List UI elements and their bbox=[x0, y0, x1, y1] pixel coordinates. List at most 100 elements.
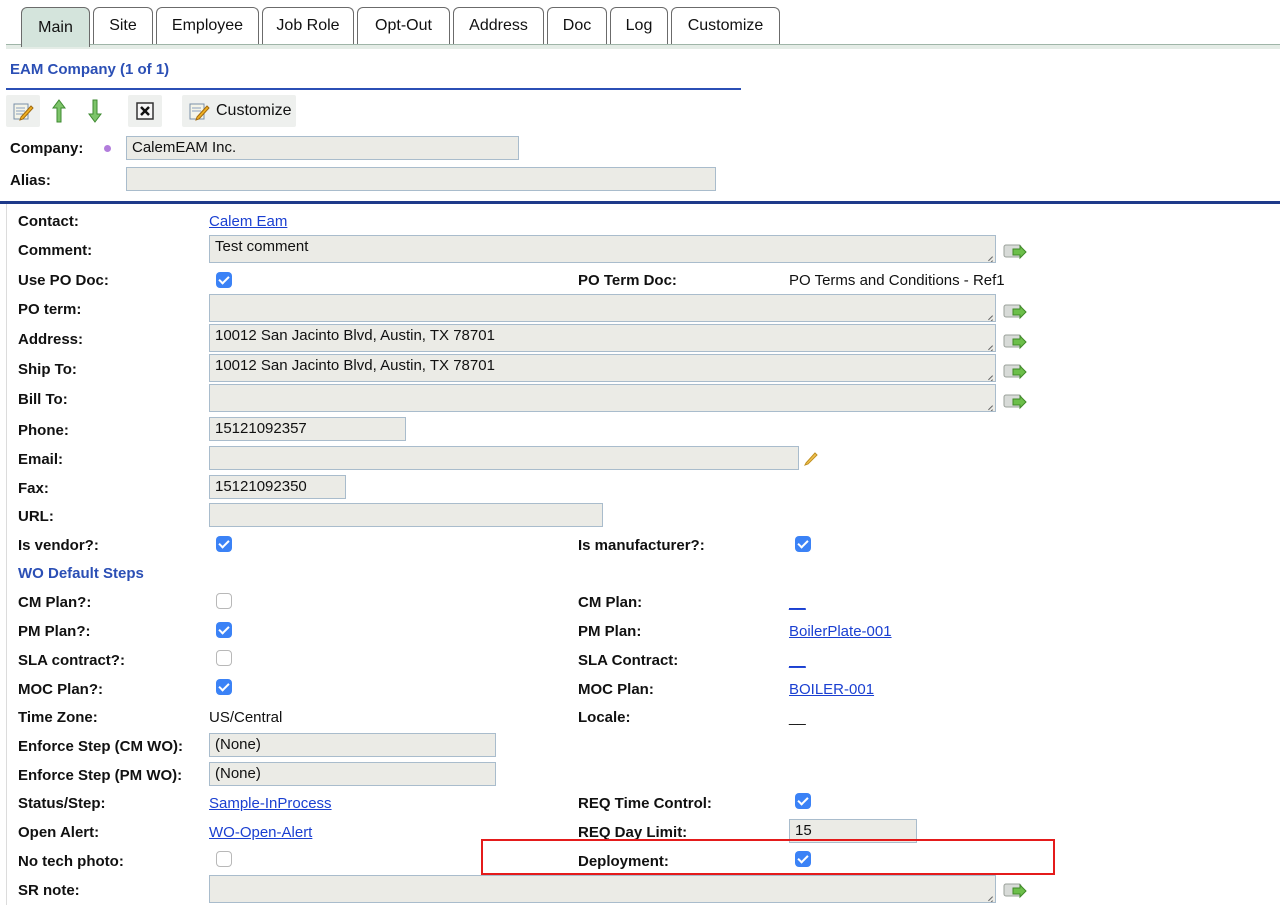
moc-plan-checkbox[interactable] bbox=[216, 679, 232, 695]
section-separator bbox=[0, 201, 1280, 204]
tab-address[interactable]: Address bbox=[453, 7, 544, 44]
enforce-step-cm-field[interactable]: (None) bbox=[209, 733, 496, 757]
close-icon bbox=[136, 102, 154, 120]
sr-note-label: SR note: bbox=[18, 882, 80, 899]
bill-to-label: Bill To: bbox=[18, 391, 68, 408]
open-alert-label: Open Alert: bbox=[18, 824, 100, 841]
pencil-icon[interactable] bbox=[803, 450, 819, 466]
bill-to-field[interactable] bbox=[209, 384, 996, 412]
tab-doc[interactable]: Doc bbox=[547, 7, 607, 44]
company-field[interactable]: CalemEAM Inc. bbox=[126, 136, 519, 160]
tab-customize[interactable]: Customize bbox=[671, 7, 780, 44]
sr-note-field[interactable] bbox=[209, 875, 996, 903]
cm-plan-q-label: CM Plan?: bbox=[18, 594, 92, 611]
email-field[interactable] bbox=[209, 446, 799, 470]
go-arrow-icon[interactable] bbox=[1003, 332, 1027, 352]
moc-plan-q-label: MOC Plan?: bbox=[18, 681, 103, 698]
moc-plan-label: MOC Plan: bbox=[578, 681, 654, 698]
no-tech-photo-checkbox[interactable] bbox=[216, 851, 232, 867]
company-label: Company: bbox=[10, 140, 84, 157]
tab-job-role[interactable]: Job Role bbox=[262, 7, 354, 44]
req-time-control-checkbox[interactable] bbox=[795, 793, 811, 809]
resize-handle-icon[interactable] bbox=[983, 251, 993, 261]
go-arrow-icon[interactable] bbox=[1003, 242, 1027, 262]
cm-plan-label: CM Plan: bbox=[578, 594, 643, 611]
close-button[interactable] bbox=[128, 95, 162, 127]
alias-label: Alias: bbox=[10, 172, 51, 189]
no-tech-photo-label: No tech photo: bbox=[18, 853, 124, 870]
go-arrow-icon[interactable] bbox=[1003, 362, 1027, 382]
edit-icon bbox=[13, 103, 34, 121]
required-dot-icon bbox=[104, 145, 111, 152]
resize-handle-icon[interactable] bbox=[983, 891, 993, 901]
arrow-up-icon bbox=[52, 99, 66, 123]
locale-value: __ bbox=[789, 709, 806, 726]
url-field[interactable] bbox=[209, 503, 603, 527]
status-step-link[interactable]: Sample-InProcess bbox=[209, 795, 332, 812]
use-po-doc-checkbox[interactable] bbox=[216, 272, 232, 288]
po-term-doc-value: PO Terms and Conditions - Ref1 bbox=[789, 272, 1005, 289]
moc-plan-link[interactable]: BOILER-001 bbox=[789, 681, 874, 698]
resize-handle-icon[interactable] bbox=[983, 340, 993, 350]
phone-label: Phone: bbox=[18, 422, 69, 439]
phone-field[interactable]: 15121092357 bbox=[209, 417, 406, 441]
open-alert-link[interactable]: WO-Open-Alert bbox=[209, 824, 312, 841]
previous-record-button[interactable] bbox=[44, 95, 74, 127]
fax-label: Fax: bbox=[18, 480, 49, 497]
po-term-field[interactable] bbox=[209, 294, 996, 322]
address-field[interactable]: 10012 San Jacinto Blvd, Austin, TX 78701 bbox=[209, 324, 996, 352]
enforce-step-cm-label: Enforce Step (CM WO): bbox=[18, 738, 183, 755]
locale-label: Locale: bbox=[578, 709, 631, 726]
po-term-doc-label: PO Term Doc: bbox=[578, 272, 677, 289]
highlight-box bbox=[481, 839, 1055, 875]
customize-icon bbox=[189, 103, 210, 121]
url-label: URL: bbox=[18, 508, 54, 525]
use-po-doc-label: Use PO Doc: bbox=[18, 272, 109, 289]
ship-to-field[interactable]: 10012 San Jacinto Blvd, Austin, TX 78701 bbox=[209, 354, 996, 382]
cm-plan-checkbox[interactable] bbox=[216, 593, 232, 609]
sla-contract-label: SLA Contract: bbox=[578, 652, 679, 669]
left-border bbox=[6, 204, 7, 905]
resize-handle-icon[interactable] bbox=[983, 310, 993, 320]
title-underline bbox=[6, 88, 741, 90]
comment-field[interactable]: Test comment bbox=[209, 235, 996, 263]
pm-plan-checkbox[interactable] bbox=[216, 622, 232, 638]
customize-button[interactable]: Customize bbox=[182, 95, 296, 127]
resize-handle-icon[interactable] bbox=[983, 400, 993, 410]
customize-label: Customize bbox=[216, 102, 292, 119]
page-title: EAM Company (1 of 1) bbox=[10, 61, 170, 78]
comment-value: Test comment bbox=[215, 238, 309, 255]
resize-handle-icon[interactable] bbox=[983, 370, 993, 380]
comment-label: Comment: bbox=[18, 242, 93, 259]
alias-field[interactable] bbox=[126, 167, 716, 191]
is-vendor-label: Is vendor?: bbox=[18, 537, 99, 554]
is-manufacturer-checkbox[interactable] bbox=[795, 536, 811, 552]
tab-employee[interactable]: Employee bbox=[156, 7, 259, 44]
sla-contract-q-label: SLA contract?: bbox=[18, 652, 125, 669]
edit-button[interactable] bbox=[6, 95, 40, 127]
email-label: Email: bbox=[18, 451, 64, 468]
address-value: 10012 San Jacinto Blvd, Austin, TX 78701 bbox=[215, 327, 495, 344]
tab-site[interactable]: Site bbox=[93, 7, 153, 44]
go-arrow-icon[interactable] bbox=[1003, 881, 1027, 901]
tab-main[interactable]: Main bbox=[21, 7, 90, 47]
cm-plan-link[interactable]: __ bbox=[789, 594, 806, 611]
sla-contract-link[interactable]: __ bbox=[789, 652, 806, 669]
tab-bar: Main Site Employee Job Role Opt-Out Addr… bbox=[0, 0, 1280, 49]
next-record-button[interactable] bbox=[80, 95, 110, 127]
fax-field[interactable]: 15121092350 bbox=[209, 475, 346, 499]
tab-log[interactable]: Log bbox=[610, 7, 668, 44]
po-term-label: PO term: bbox=[18, 301, 82, 318]
go-arrow-icon[interactable] bbox=[1003, 392, 1027, 412]
go-arrow-icon[interactable] bbox=[1003, 302, 1027, 322]
tab-opt-out[interactable]: Opt-Out bbox=[357, 7, 450, 44]
is-vendor-checkbox[interactable] bbox=[216, 536, 232, 552]
enforce-step-pm-field[interactable]: (None) bbox=[209, 762, 496, 786]
ship-to-value: 10012 San Jacinto Blvd, Austin, TX 78701 bbox=[215, 357, 495, 374]
pm-plan-link[interactable]: BoilerPlate-001 bbox=[789, 623, 892, 640]
req-time-control-label: REQ Time Control: bbox=[578, 795, 712, 812]
enforce-step-pm-label: Enforce Step (PM WO): bbox=[18, 767, 183, 784]
wo-section-title: WO Default Steps bbox=[18, 565, 144, 582]
sla-contract-checkbox[interactable] bbox=[216, 650, 232, 666]
contact-link[interactable]: Calem Eam bbox=[209, 213, 287, 230]
